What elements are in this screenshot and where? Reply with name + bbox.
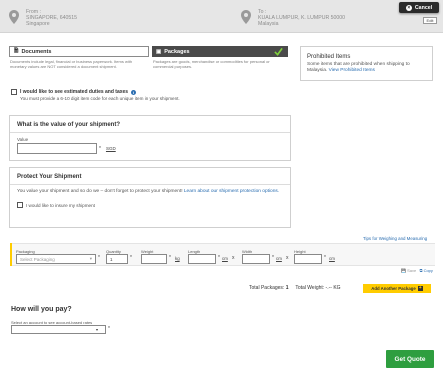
divider <box>10 184 290 185</box>
duties-note: You must provide a 6-10 digit item code … <box>20 96 180 101</box>
height-input[interactable] <box>294 254 322 264</box>
protection-options-link[interactable]: Learn about our shipment protection opti… <box>184 189 279 194</box>
route-header: From : SINGAPORE, 640515 Singapore To : … <box>0 0 443 33</box>
plus-icon: + <box>417 285 423 291</box>
length-input[interactable] <box>188 254 216 264</box>
package-icon: ▣ <box>156 48 162 55</box>
prohibited-items-box: Prohibited Items Some items that are pro… <box>300 46 433 81</box>
destination-location: To : KUALA LUMPUR, K. LUMPUR 50000 Malay… <box>241 9 345 27</box>
required-marker: * <box>98 255 100 261</box>
location-pin-icon <box>241 10 251 24</box>
value-input[interactable] <box>17 143 97 154</box>
required-marker: * <box>272 255 274 261</box>
save-link[interactable]: Save <box>407 268 416 273</box>
edit-route-button[interactable]: Edit <box>423 17 437 24</box>
prohibited-title: Prohibited Items <box>307 54 351 60</box>
times-sign: x <box>286 255 289 261</box>
required-marker: * <box>169 255 171 261</box>
packages-description: Packages are goods, merchandise or commo… <box>153 59 270 69</box>
total-packages-label: Total Packages: <box>249 285 285 291</box>
packages-tile[interactable]: ▣ Packages Packages are goods, merchandi… <box>152 46 288 79</box>
weight-input[interactable] <box>141 254 167 264</box>
weight-unit[interactable]: kg <box>175 256 180 261</box>
payment-title: How will you pay? <box>11 306 72 313</box>
required-marker: * <box>324 255 326 261</box>
total-weight-label: Total Weight: <box>295 285 325 291</box>
documents-tile[interactable]: 🗎 Documents Documents include legal, fin… <box>9 46 149 79</box>
value-field-label: Value <box>17 137 29 142</box>
quantity-input[interactable]: 1 <box>106 254 128 264</box>
width-input[interactable] <box>242 254 270 264</box>
get-quote-button[interactable]: Get Quote <box>386 350 434 368</box>
length-unit[interactable]: cm <box>222 256 228 261</box>
origin-location: From : SINGAPORE, 640515 Singapore <box>9 9 77 27</box>
chevron-down-icon: ▾ <box>89 256 92 261</box>
save-icon: 💾 <box>401 268 406 273</box>
add-package-label: Add Another Package <box>371 286 416 291</box>
shipment-value-panel: What is the value of your shipment? Valu… <box>9 115 291 161</box>
value-section-title: What is the value of your shipment? <box>17 122 121 128</box>
documents-label: Documents <box>21 48 52 55</box>
height-unit[interactable]: cm <box>329 256 335 261</box>
save-copy-actions: 💾 Save ⧉ Copy <box>401 268 433 273</box>
documents-description: Documents include legal, financial or bu… <box>10 59 133 69</box>
totals-summary: Total Packages: 1 Total Weight: -.-- KG <box>249 285 341 291</box>
required-marker: * <box>130 255 132 261</box>
insure-checkbox[interactable] <box>17 202 23 208</box>
tips-weighing-link[interactable]: Tips for Weighing and Measuring <box>363 236 427 241</box>
total-packages-value: 1 <box>285 285 289 291</box>
total-weight-value: -.-- KG <box>325 285 341 291</box>
required-marker: * <box>108 326 110 332</box>
insure-label: I would like to insure my shipment <box>26 202 95 208</box>
width-unit[interactable]: cm <box>276 256 282 261</box>
copy-icon: ⧉ <box>419 268 423 273</box>
protect-shipment-panel: Protect Your Shipment You value your shi… <box>9 167 291 228</box>
required-marker: * <box>218 255 220 261</box>
packaging-placeholder: Select Packaging <box>20 256 55 262</box>
view-prohibited-items-link[interactable]: View Prohibited Items <box>329 68 375 73</box>
protect-section-title: Protect Your Shipment <box>17 174 82 180</box>
times-sign: x <box>232 255 235 261</box>
checkmark-icon <box>274 47 283 56</box>
close-icon: × <box>405 4 412 11</box>
currency-select[interactable]: SGD <box>106 146 116 151</box>
packaging-select[interactable]: Select Packaging ▾ <box>16 254 96 264</box>
add-another-package-button[interactable]: Add Another Package + <box>363 284 431 293</box>
package-accent-bar <box>10 243 12 266</box>
duties-section: I would like to see estimated duties and… <box>11 89 291 101</box>
info-icon[interactable]: i <box>131 89 137 95</box>
protect-text: You value your shipment and so do we – d… <box>17 189 183 194</box>
required-marker: * <box>99 145 101 152</box>
destination-country: Malaysia <box>258 21 279 27</box>
duties-checkbox[interactable] <box>11 89 17 95</box>
origin-country: Singapore <box>26 21 50 27</box>
cancel-label: Cancel <box>414 4 433 11</box>
location-pin-icon <box>9 10 19 24</box>
package-row: Packaging Select Packaging ▾ * Quantity … <box>10 243 435 266</box>
cancel-button[interactable]: × Cancel <box>399 2 439 13</box>
packages-label: Packages <box>164 48 190 55</box>
divider <box>10 132 290 133</box>
document-icon: 🗎 <box>14 48 19 54</box>
chevron-down-icon: ▾ <box>96 327 99 332</box>
duties-label: I would like to see estimated duties and… <box>20 89 129 95</box>
account-select[interactable] <box>11 325 106 334</box>
copy-link[interactable]: Copy <box>424 268 433 273</box>
